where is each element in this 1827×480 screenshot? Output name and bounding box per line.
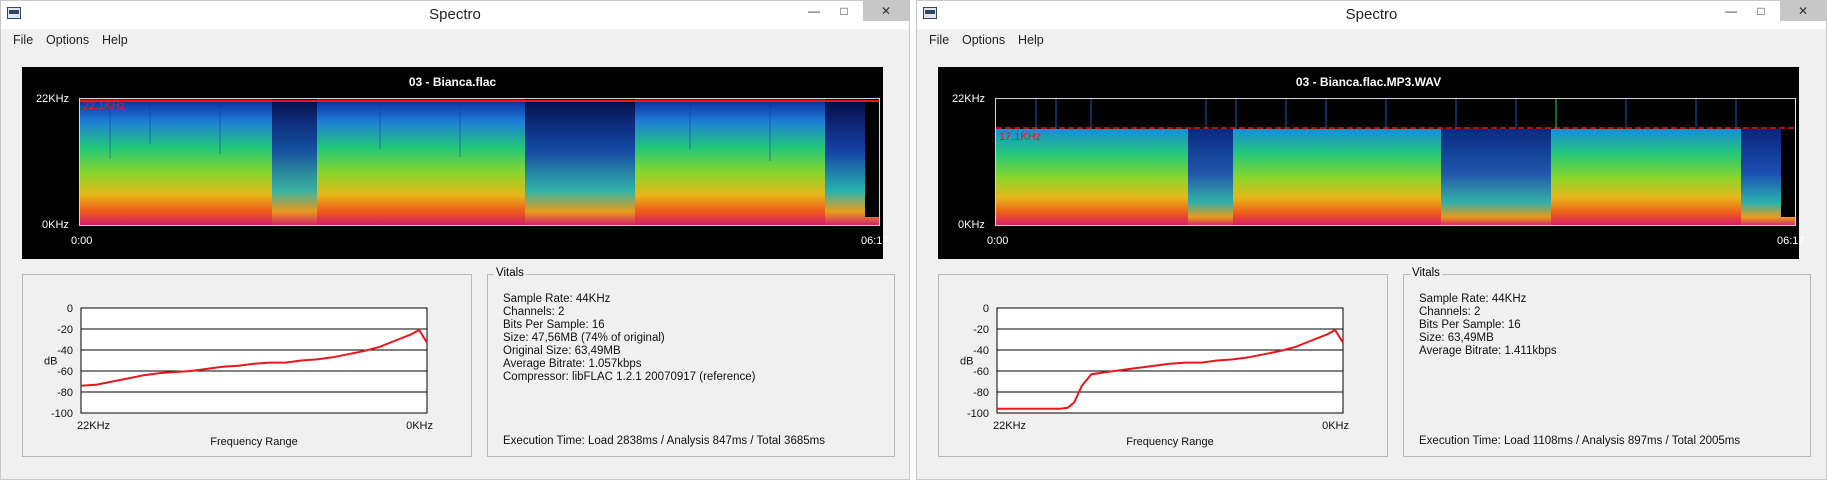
vitals-legend: Vitals <box>494 267 526 279</box>
vitals-line: Channels: 2 <box>503 306 565 318</box>
spectrogram-image: 22.1KHz <box>80 99 879 225</box>
vitals-line: Size: 47,56MB (74% of original) <box>503 332 665 344</box>
vitals-line: Channels: 2 <box>1419 306 1481 318</box>
spectrogram-panel: 03 - Bianca.flac 22KHz 0KHz 0:00 06:17 2… <box>22 67 889 259</box>
y-tick-label: 0 <box>983 303 989 315</box>
window-title: Spectro <box>429 6 481 23</box>
menu-file[interactable]: File <box>929 33 949 47</box>
vitals-line: Bits Per Sample: 16 <box>1419 319 1521 331</box>
spectrogram-image: 17.1KHz <box>996 99 1795 225</box>
spectrogram-title: 03 - Bianca.flac.MP3.WAV <box>1295 75 1442 89</box>
y-tick-label: -100 <box>967 408 989 420</box>
close-button[interactable]: ✕ <box>863 1 909 21</box>
menu-file[interactable]: File <box>13 33 33 47</box>
vitals-panel: Vitals Sample Rate: 44KHz Channels: 2 Bi… <box>487 267 895 457</box>
vitals-line: Sample Rate: 44KHz <box>503 293 611 305</box>
execution-time: Execution Time: Load 1108ms / Analysis 8… <box>1419 435 1741 447</box>
frequency-response-panel: 0 -20 -40 -60 -80 -100 dB 22KHz 0KHz Frequency Ra… <box>938 274 1388 457</box>
window-title: Spectro <box>1345 6 1398 23</box>
y-tick-label: -20 <box>973 324 989 336</box>
minimize-button[interactable]: — <box>799 1 829 21</box>
y-tick-label: -20 <box>57 324 73 336</box>
spectro-window-right: Spectro — □ ✕ File Options Help 03 - Bia… <box>916 0 1827 480</box>
vitals-line: Compressor: libFLAC 1.2.1 20070917 (refe… <box>503 371 756 383</box>
title-bar[interactable]: Spectro — □ ✕ <box>1 1 909 29</box>
cutoff-label: 17.1KHz <box>999 131 1041 143</box>
vitals-panel: Vitals Sample Rate: 44KHz Channels: 2 Bi… <box>1403 267 1811 457</box>
cutoff-label: 22.1KHz <box>83 100 125 112</box>
y-tick-label: -40 <box>57 345 73 357</box>
y-tick-label: 0 <box>67 303 73 315</box>
frequency-response-chart: 0 -20 -40 -60 -80 -100 dB 22KHz 0KHz Frequency Ra… <box>960 303 1349 448</box>
x-tick-label: 0KHz <box>406 420 433 432</box>
y-tick-label: -80 <box>973 387 989 399</box>
y-tick-label: -60 <box>973 366 989 378</box>
spectrogram-title: 03 - Bianca.flac <box>408 75 497 89</box>
vitals-line: Original Size: 63,49MB <box>503 345 621 357</box>
plot-area <box>80 307 428 414</box>
x-end-label: 06:17 <box>1777 235 1805 247</box>
x-tick-label: 22KHz <box>993 420 1026 432</box>
maximize-button[interactable]: □ <box>1746 1 1776 21</box>
spectrogram-plot: 17.1KHz <box>995 98 1796 226</box>
menu-options[interactable]: Options <box>962 33 1005 47</box>
y-tick-label: -100 <box>51 408 73 420</box>
vitals-line: Bits Per Sample: 16 <box>503 319 605 331</box>
x-end-label: 06:17 <box>861 235 889 247</box>
x-start-label: 0:00 <box>987 235 1009 247</box>
title-bar[interactable]: Spectro — □ ✕ <box>917 1 1826 29</box>
x-tick-label: 0KHz <box>1322 420 1349 432</box>
vitals-line: Size: 63,49MB <box>1419 332 1494 344</box>
y-tick-label: -80 <box>57 387 73 399</box>
plot-area <box>996 307 1344 414</box>
y-tick-label: -40 <box>973 345 989 357</box>
frequency-response-chart: 0 -20 -40 -60 -80 -100 dB 22KHz 0KHz Frequency Ra… <box>44 303 433 448</box>
y-axis-label: dB <box>960 356 973 368</box>
vitals-line: Sample Rate: 44KHz <box>1419 293 1527 305</box>
execution-time: Execution Time: Load 2838ms / Analysis 8… <box>503 435 825 447</box>
x-axis-label: Frequency Range <box>210 436 297 448</box>
vitals-legend: Vitals <box>1410 267 1442 279</box>
menu-bar: File Options Help <box>917 29 1826 51</box>
close-button[interactable]: ✕ <box>1780 1 1826 21</box>
maximize-button[interactable]: □ <box>829 1 859 21</box>
y-tick-label: -60 <box>57 366 73 378</box>
x-tick-label: 22KHz <box>77 420 110 432</box>
x-axis-label: Frequency Range <box>1126 436 1213 448</box>
menu-help[interactable]: Help <box>102 33 128 47</box>
frequency-response-panel: 0 -20 -40 -60 -80 -100 dB 22KHz 0KHz Frequency Ra… <box>22 274 472 457</box>
vitals-line: Average Bitrate: 1.057kbps <box>503 358 642 370</box>
y-top-label: 22KHz <box>36 93 70 105</box>
y-top-label: 22KHz <box>952 93 986 105</box>
x-start-label: 0:00 <box>71 235 93 247</box>
spectrogram-plot: 22.1KHz <box>79 98 880 226</box>
y-axis-label: dB <box>44 356 57 368</box>
menu-help[interactable]: Help <box>1018 33 1044 47</box>
menu-bar: File Options Help <box>1 29 909 51</box>
menu-options[interactable]: Options <box>46 33 89 47</box>
y-bottom-label: 0KHz <box>958 219 985 231</box>
minimize-button[interactable]: — <box>1716 1 1746 21</box>
spectro-window-left: Spectro — □ ✕ File Options Help 03 - Bia… <box>0 0 910 480</box>
spectrogram-panel: 03 - Bianca.flac.MP3.WAV 22KHz 0KHz 0:00… <box>938 67 1805 259</box>
vitals-line: Average Bitrate: 1.411kbps <box>1419 345 1557 357</box>
y-bottom-label: 0KHz <box>42 219 69 231</box>
